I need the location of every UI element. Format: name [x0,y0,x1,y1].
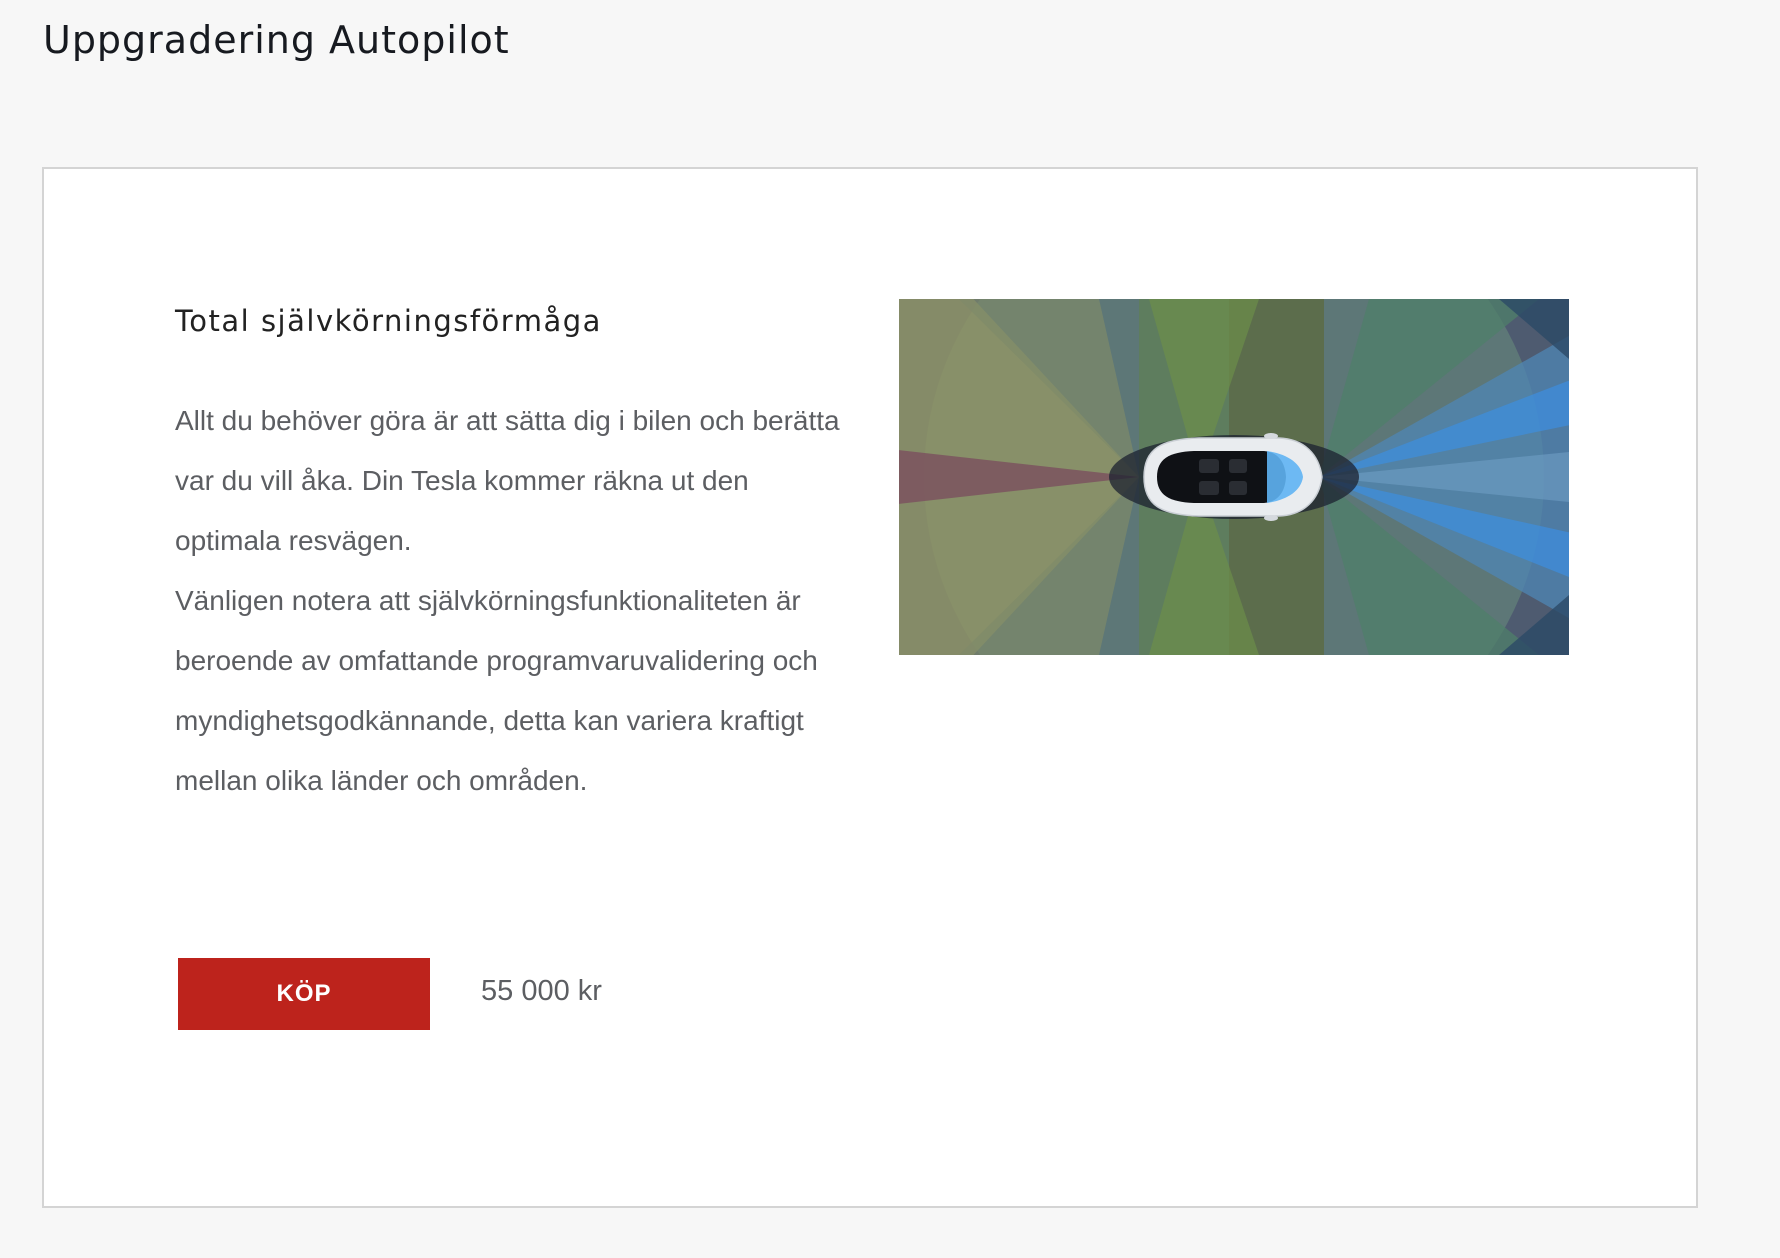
description-paragraph-2: Vänligen notera att självkörningsfunktio… [175,585,818,796]
page-title: Uppgradering Autopilot [43,18,510,62]
feature-card: Total självkörningsförmåga Allt du behöv… [42,167,1698,1208]
feature-title: Total självkörningsförmåga [175,304,602,338]
feature-description: Allt du behöver göra är att sätta dig i … [175,391,855,811]
autopilot-sensor-image [899,299,1569,655]
price-label: 55 000 kr [481,975,602,1007]
description-paragraph-1: Allt du behöver göra är att sätta dig i … [175,405,840,556]
buy-button[interactable]: KÖP [178,958,430,1030]
